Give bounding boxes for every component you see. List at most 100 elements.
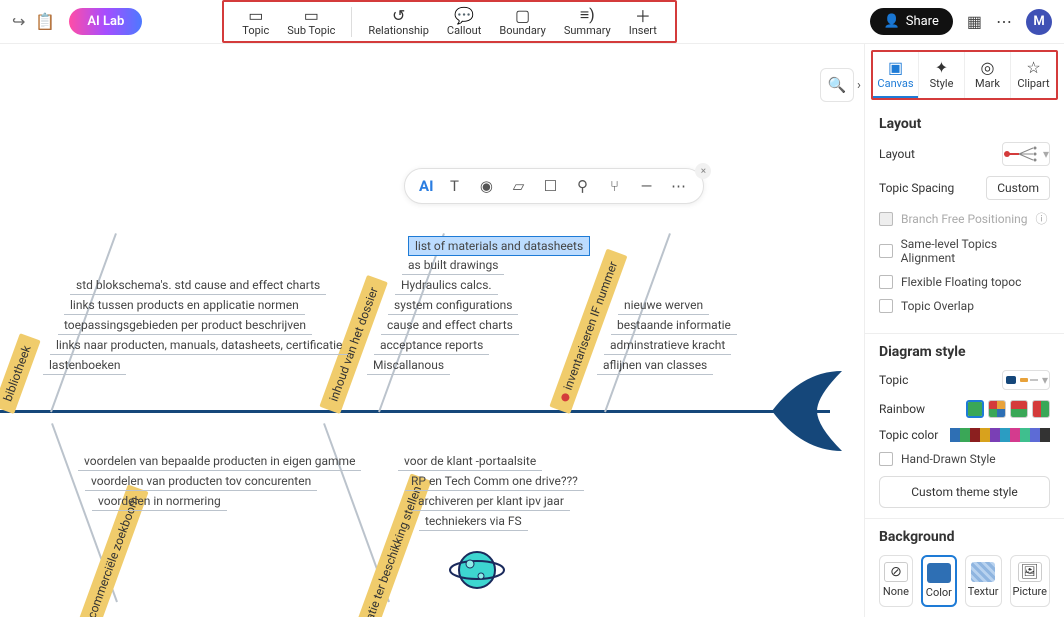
rainbow-opt[interactable] — [1032, 400, 1050, 418]
more-icon[interactable]: ⋯ — [996, 12, 1012, 31]
leaf[interactable]: std blokschema's. std cause and effect c… — [70, 276, 326, 295]
leaf[interactable]: voordelen van bepaalde producten in eige… — [78, 452, 361, 471]
collapse-right-panel[interactable]: › — [850, 68, 864, 102]
rainbow-row-wrap: Rainbow — [879, 400, 1050, 418]
fish-tail — [772, 366, 862, 456]
leaf[interactable]: nieuwe werven — [618, 296, 709, 315]
tool-boundary[interactable]: ▢Boundary — [491, 4, 553, 39]
topic-color-row: Topic color — [879, 428, 1050, 442]
close-icon[interactable]: × — [695, 163, 711, 179]
leaf[interactable]: adminstratieve kracht — [604, 336, 731, 355]
clipboard-icon[interactable]: 📋 — [35, 12, 55, 31]
leaf[interactable]: Miscallanous — [367, 356, 450, 375]
leaf[interactable]: voordelen in normering — [92, 492, 227, 511]
leaf-selected[interactable]: list of materials and datasheets — [408, 236, 590, 256]
tab-mark[interactable]: ◎Mark — [964, 52, 1010, 98]
branch-label[interactable]: bibliotheek — [0, 333, 41, 414]
leaf[interactable]: aflijnen van classes — [597, 356, 713, 375]
tab-canvas[interactable]: ▣Canvas — [873, 52, 918, 98]
mark-icon: ◎ — [981, 58, 995, 77]
rainbow-opt[interactable] — [966, 400, 984, 418]
search-button[interactable]: 🔍 — [820, 68, 854, 102]
leaf[interactable]: acceptance reports — [374, 336, 489, 355]
share-button[interactable]: 👤Share — [870, 8, 953, 35]
avatar[interactable]: M — [1026, 9, 1052, 35]
ai-button[interactable]: AI — [419, 177, 433, 195]
hand-drawn-checkbox[interactable] — [879, 452, 893, 466]
leaf[interactable]: voordelen van producten tov concurenten — [85, 472, 317, 491]
bg-color[interactable]: Color — [921, 555, 957, 607]
leaf[interactable]: RP en Tech Comm one drive??? — [405, 472, 584, 491]
redo-icon[interactable]: ↪ — [12, 12, 25, 31]
clipart-icon: ☆ — [1026, 58, 1040, 77]
branch-icon[interactable]: ⑂ — [603, 175, 625, 197]
overlap-row[interactable]: Topic Overlap — [879, 299, 1050, 313]
overlap-checkbox[interactable] — [879, 299, 893, 313]
same-level-label: Same-level Topics Alignment — [901, 237, 1050, 265]
leaf[interactable]: links naar producten, manuals, datasheet… — [50, 336, 348, 355]
crop-icon[interactable]: ▱ — [507, 175, 529, 197]
tab-mark-label: Mark — [975, 77, 1000, 90]
chevron-right-icon: › — [857, 78, 861, 93]
bg-none-label: None — [883, 585, 909, 598]
topbar-right: 👤Share ▦ ⋯ M — [870, 8, 1052, 35]
leaf[interactable]: techniekers via FS — [419, 512, 528, 531]
tab-clipart[interactable]: ☆Clipart — [1010, 52, 1056, 98]
leaf[interactable]: Hydraulics calcs. — [395, 276, 498, 295]
fill-icon[interactable]: ◉ — [475, 175, 497, 197]
layout-picker[interactable]: ▾ — [1002, 142, 1050, 166]
tool-summary[interactable]: ≡)Summary — [556, 4, 619, 39]
same-level-row[interactable]: Same-level Topics Alignment — [879, 237, 1050, 265]
tool-topic[interactable]: ▭Topic — [234, 4, 277, 39]
background-heading: Background — [879, 529, 1050, 545]
leaf[interactable]: toepassingsgebieden per product beschrij… — [58, 316, 312, 335]
leaf[interactable]: links tussen products en applicatie norm… — [64, 296, 305, 315]
bg-none[interactable]: ⊘None — [879, 555, 913, 607]
branch-free-row: Branch Free Positioning ⓘ — [879, 210, 1050, 227]
leaf[interactable]: archiveren per klant ipv jaar — [412, 492, 570, 511]
custom-theme-button[interactable]: Custom theme style — [879, 476, 1050, 508]
tool-relationship[interactable]: ↺Relationship — [360, 4, 436, 39]
same-level-checkbox[interactable] — [879, 244, 893, 258]
leaf[interactable]: voor de klant -portaalsite — [398, 452, 542, 471]
leaf[interactable]: lastenboeken — [43, 356, 126, 375]
rainbow-opt[interactable] — [1010, 400, 1028, 418]
planet-clipart[interactable] — [448, 544, 506, 596]
tool-relationship-label: Relationship — [368, 24, 428, 37]
tool-subtopic[interactable]: ▭Sub Topic — [279, 4, 343, 39]
topic-color-strip[interactable] — [950, 428, 1050, 442]
leaf[interactable]: as built drawings — [402, 256, 504, 275]
more-options-icon[interactable]: ⋯ — [667, 175, 689, 197]
minus-icon[interactable]: — — [635, 175, 657, 197]
tool-topic-label: Topic — [242, 24, 269, 37]
text-tool-icon[interactable]: T — [443, 175, 465, 197]
flexible-checkbox[interactable] — [879, 275, 893, 289]
link-icon[interactable]: ⚲ — [571, 175, 593, 197]
leaf[interactable]: cause and effect charts — [381, 316, 519, 335]
tool-callout[interactable]: 💬Callout — [439, 4, 489, 39]
overlap-label: Topic Overlap — [901, 299, 974, 313]
bg-picture[interactable]: 🖼Picture — [1010, 555, 1051, 607]
bg-texture[interactable]: Textur — [965, 555, 1002, 607]
tool-summary-label: Summary — [564, 24, 611, 37]
apps-grid-icon[interactable]: ▦ — [967, 12, 982, 31]
topic-style-row: Topic ▾ — [879, 370, 1050, 390]
topic-style-picker[interactable]: ▾ — [1002, 370, 1050, 390]
flexible-row[interactable]: Flexible Floating topoc — [879, 275, 1050, 289]
tool-insert[interactable]: ＋Insert — [621, 4, 665, 39]
rainbow-opt[interactable] — [988, 400, 1006, 418]
background-section: Background ⊘None Color Textur 🖼Picture — [865, 518, 1064, 617]
help-icon[interactable]: ⓘ — [1036, 210, 1048, 227]
canvas[interactable]: 🔍 › AI T ◉ ▱ ☐ ⚲ ⑂ — ⋯ × — [0, 44, 864, 617]
background-options: ⊘None Color Textur 🖼Picture — [879, 555, 1050, 607]
ai-lab-button[interactable]: AI Lab — [69, 8, 142, 35]
bg-texture-label: Textur — [968, 585, 999, 598]
relationship-icon: ↺ — [392, 6, 405, 24]
hand-drawn-row[interactable]: Hand-Drawn Style — [879, 452, 1050, 466]
leaf[interactable]: bestaande informatie — [611, 316, 737, 335]
spacing-picker[interactable]: Custom — [986, 176, 1050, 200]
shape-icon[interactable]: ☐ — [539, 175, 561, 197]
leaf[interactable]: system configurations — [388, 296, 518, 315]
bg-color-label: Color — [926, 586, 952, 599]
tab-style[interactable]: ✦Style — [918, 52, 964, 98]
